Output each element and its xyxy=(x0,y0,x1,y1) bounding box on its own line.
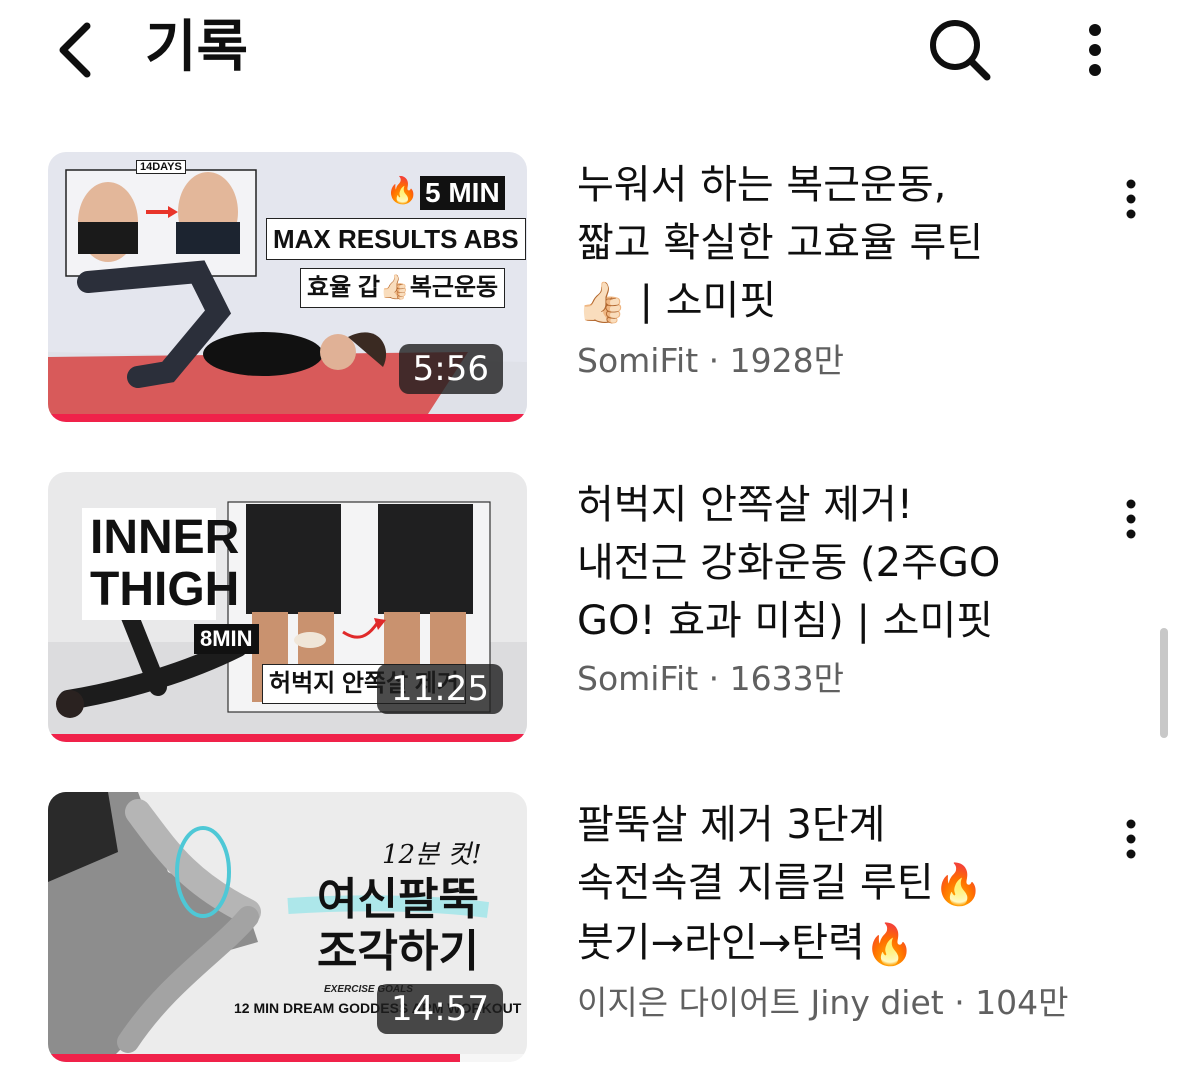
more-vertical-icon xyxy=(1089,24,1101,76)
watch-progress-bar xyxy=(48,1054,460,1062)
video-info: 누워서 하는 복근운동, 짧고 확실한 고효율 루틴 👍🏻 | 소미핏 Somi… xyxy=(577,152,1097,386)
video-title[interactable]: 누워서 하는 복근운동, 짧고 확실한 고효율 루틴 👍🏻 | 소미핏 xyxy=(577,156,1097,332)
search-button[interactable] xyxy=(920,10,1000,90)
video-title-line: 내전근 강화운동 (2주GO xyxy=(577,540,1001,586)
video-title-line: 붓기→라인→탄력🔥 xyxy=(577,914,1097,974)
thumbnail-text-primary: INNER THIGH xyxy=(82,508,239,620)
video-list-item[interactable]: 12분 컷! 여신팔뚝 조각하기 EXERCISE GOALS 12 MIN DR… xyxy=(0,792,1179,1062)
thumbnail-text-secondary: MAX RESULTS ABS xyxy=(266,218,526,260)
video-title-line: 짧고 확실한 고효율 루틴 xyxy=(577,220,984,266)
view-count: 104만 xyxy=(975,983,1069,1022)
video-list-item[interactable]: 14DAYS 🔥 5 MIN MAX RESULTS ABS 효율 갑👍🏻복근운… xyxy=(0,152,1179,422)
video-thumbnail[interactable]: INNER THIGH 8MIN 허벅지 안쪽살 제거 11:25 xyxy=(48,472,527,742)
view-count: 1928만 xyxy=(729,341,844,380)
video-title-line: 👍🏻 | 소미핏 xyxy=(577,272,1097,332)
duration-badge: 14:57 xyxy=(377,984,503,1034)
video-title[interactable]: 팔뚝살 제거 3단계 속전속결 지름길 루틴🔥 붓기→라인→탄력🔥 xyxy=(577,796,1097,974)
item-more-button[interactable] xyxy=(1108,486,1154,552)
thumbnail-text-primary: 5 MIN xyxy=(420,176,505,210)
video-meta: 이지은 다이어트 Jiny diet · 104만 xyxy=(577,983,1069,1022)
video-list-item[interactable]: INNER THIGH 8MIN 허벅지 안쪽살 제거 11:25 허벅지 안쪽살… xyxy=(0,472,1179,742)
top-app-bar: 기록 xyxy=(0,0,1179,100)
video-info: 팔뚝살 제거 3단계 속전속결 지름길 루틴🔥 붓기→라인→탄력🔥 이지은 다이… xyxy=(577,792,1097,1028)
thumbnail-tag: 12분 컷! xyxy=(382,840,482,870)
page-title: 기록 xyxy=(145,15,249,80)
more-vertical-icon xyxy=(1126,499,1136,539)
more-options-button[interactable] xyxy=(1065,10,1125,90)
channel-name[interactable]: SomiFit xyxy=(577,341,698,380)
channel-name[interactable]: SomiFit xyxy=(577,659,698,698)
item-more-button[interactable] xyxy=(1108,806,1154,872)
duration-badge: 11:25 xyxy=(377,664,503,714)
more-vertical-icon xyxy=(1126,819,1136,859)
search-icon xyxy=(930,20,991,81)
channel-name[interactable]: 이지은 다이어트 Jiny diet xyxy=(577,983,944,1022)
watch-progress-bar xyxy=(48,734,527,742)
more-vertical-icon xyxy=(1126,179,1136,219)
back-arrow-icon xyxy=(59,22,91,78)
thumbnail-text-primary: 여신팔뚝 조각하기 xyxy=(317,875,479,976)
video-title-line: 속전속결 지름길 루틴🔥 xyxy=(577,854,1097,914)
watch-progress-bar xyxy=(48,414,527,422)
video-title-line: GO! 효과 미침) | 소미핏 xyxy=(577,598,994,644)
view-count: 1633만 xyxy=(729,659,844,698)
video-meta: SomiFit · 1633만 xyxy=(577,659,844,698)
video-meta: SomiFit · 1928만 xyxy=(577,341,844,380)
fire-emoji: 🔥 xyxy=(864,922,915,968)
back-button[interactable] xyxy=(40,12,110,88)
video-title-line: 누워서 하는 복근운동, xyxy=(577,162,947,208)
video-info: 허벅지 안쪽살 제거! 내전근 강화운동 (2주GO GO! 효과 미침) | … xyxy=(577,472,1097,704)
video-title-line: 팔뚝살 제거 3단계 xyxy=(577,802,886,848)
scrollbar[interactable] xyxy=(1160,628,1168,738)
item-more-button[interactable] xyxy=(1108,166,1154,232)
duration-badge: 5:56 xyxy=(398,344,503,394)
fire-emoji: 🔥 xyxy=(386,176,419,206)
thumbnail-badge: 14DAYS xyxy=(136,160,186,174)
fire-emoji: 🔥 xyxy=(933,862,984,908)
video-title[interactable]: 허벅지 안쪽살 제거! 내전근 강화운동 (2주GO GO! 효과 미침) | … xyxy=(577,476,1097,650)
thumbs-up-emoji: 👍🏻 xyxy=(577,280,627,326)
video-thumbnail[interactable]: 14DAYS 🔥 5 MIN MAX RESULTS ABS 효율 갑👍🏻복근운… xyxy=(48,152,527,422)
thumbnail-badge: 8MIN xyxy=(194,624,259,654)
thumbnail-text-tertiary: 효율 갑👍🏻복근운동 xyxy=(300,268,506,308)
video-title-line: 허벅지 안쪽살 제거! xyxy=(577,482,913,528)
video-thumbnail[interactable]: 12분 컷! 여신팔뚝 조각하기 EXERCISE GOALS 12 MIN DR… xyxy=(48,792,527,1062)
